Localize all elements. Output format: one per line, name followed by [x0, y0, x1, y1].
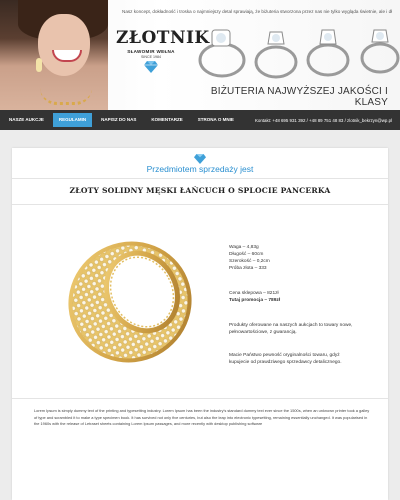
price-regular: Cena sklepowa – 821zł: [229, 291, 279, 296]
main-navbar: NASZE AUKCJE REGULAMIN NAPISZ DO NAS KOM…: [0, 110, 400, 130]
diamond-icon: [194, 154, 206, 164]
spec-gold-fineness: Próba złota – 333: [229, 266, 267, 271]
spec-length: Długość – 60cm: [229, 252, 264, 257]
nav-nasze-aukcje[interactable]: NASZE AUKCJE: [3, 113, 50, 127]
description-authenticity: Macie Państwo pewność oryginalności towa…: [229, 353, 342, 365]
nav-komentarze[interactable]: KOMENTARZE: [145, 113, 188, 127]
nav-strona-o-mnie[interactable]: STRONA O MNIE: [192, 113, 240, 127]
spec-width: Szerokość – 0,2cm: [229, 259, 270, 264]
banner-intro-text: Nasz koncept, dokładność i troska o najm…: [122, 9, 392, 14]
description-new-items: Produkty oferowane na naszych aukcjach t…: [229, 323, 353, 335]
nav-regulamin[interactable]: REGULAMIN: [52, 113, 93, 127]
diamond-icon: [144, 61, 158, 73]
header-banner: Nasz koncept, dokładność i troska o najm…: [0, 0, 400, 110]
divider: [12, 398, 388, 399]
zlotnik-logo[interactable]: ZŁOTNIK SŁAWOMIR WEŁNA SINCE 1984: [116, 28, 210, 78]
banner-tagline: BIŻUTERIA NAJWYŻSZEJ JAKOŚCI I KLASY: [210, 86, 388, 108]
price-promo: Tutaj promocja – 789zł: [229, 298, 281, 303]
logo-name: ZŁOTNIK: [116, 28, 210, 48]
contact-info[interactable]: Kontakt: +48 695 931 392 / +48 89 751 48…: [255, 118, 392, 123]
product-title: ZŁOTY SOLIDNY MĘSKI ŁAŃCUCH O SPLOCIE PA…: [69, 186, 331, 195]
nav-napisz-do-nas[interactable]: NAPISZ DO NAS: [95, 113, 142, 127]
product-ring-image[interactable]: [38, 218, 218, 378]
section-header: Przedmiotem sprzedaży jest: [12, 148, 388, 179]
logo-since: SINCE 1984: [141, 55, 161, 59]
lorem-text: Lorem Ipsum is simply dummy text of the …: [34, 408, 370, 426]
logo-owner: SŁAWOMIR WEŁNA: [127, 49, 175, 54]
spec-weight: Waga – 4,83g: [229, 245, 259, 250]
rings-photo: [198, 29, 400, 79]
model-photo: [0, 0, 108, 110]
section-title: Przedmiotem sprzedaży jest: [146, 164, 254, 174]
divider: [12, 204, 388, 205]
content-panel: Przedmiotem sprzedaży jest ZŁOTY SOLIDNY…: [12, 148, 388, 500]
